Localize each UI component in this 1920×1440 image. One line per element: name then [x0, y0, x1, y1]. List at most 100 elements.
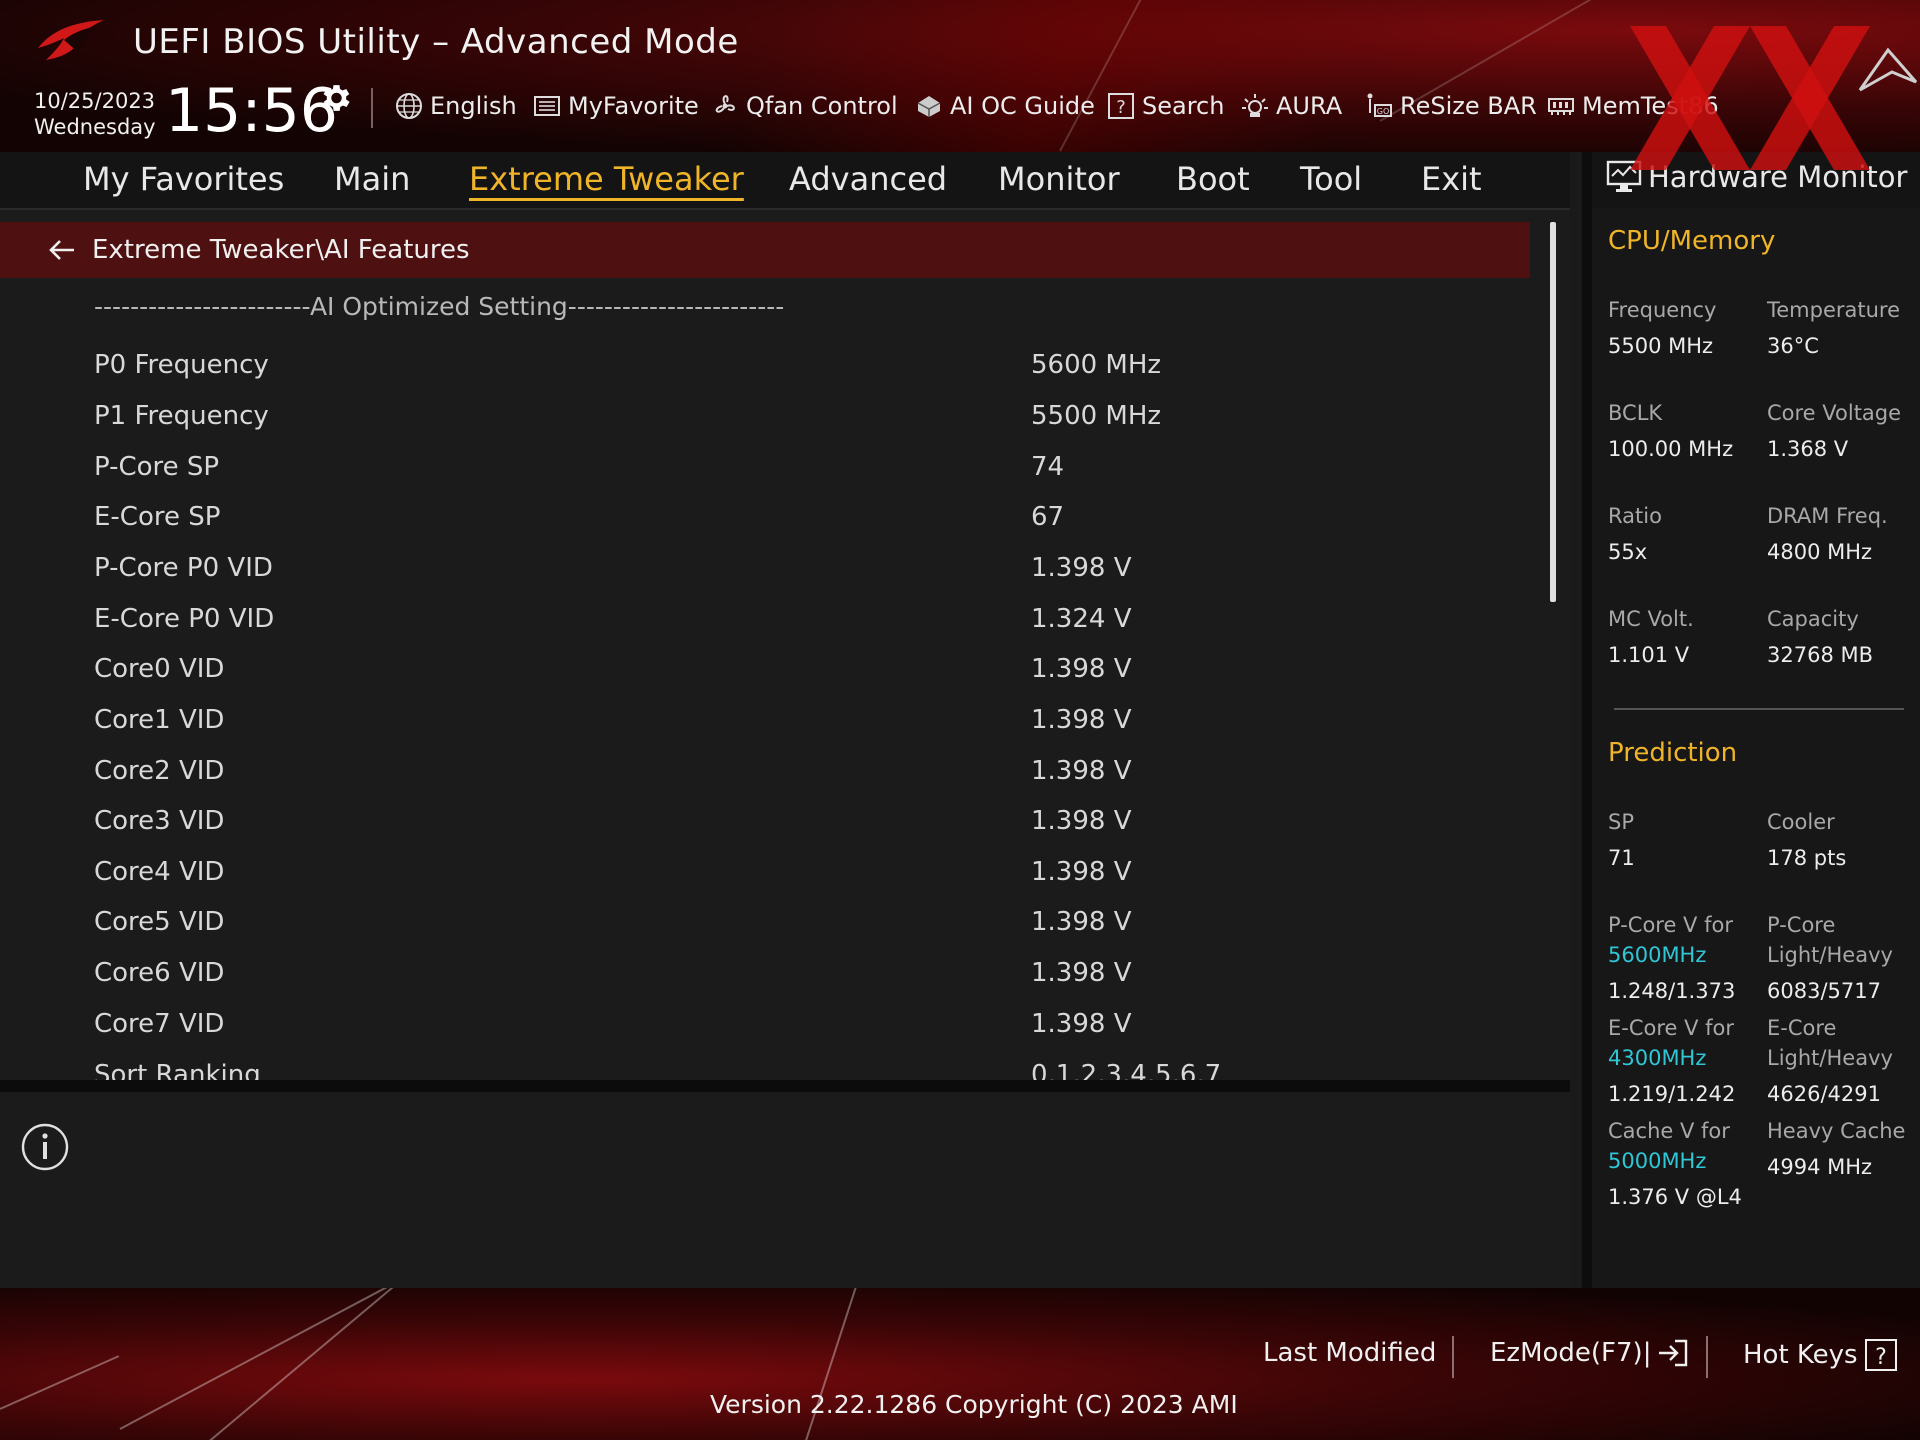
hw-value-pcore-light-heavy: 6083/5717	[1767, 979, 1881, 1003]
hw-cache-v-frequency: 5000MHz	[1608, 1149, 1707, 1173]
hw-label-core-voltage: Core Voltage	[1767, 401, 1902, 425]
toolbar-resize-bar-button[interactable]: GO ReSize BAR	[1364, 90, 1537, 122]
header-separator	[371, 88, 373, 128]
hw-label-pcore-v-text: P-Core V for	[1608, 913, 1733, 937]
ezmode-label: EzMode(F7)|	[1490, 1338, 1652, 1368]
tab-my-favorites[interactable]: My Favorites	[83, 160, 284, 198]
hw-label-dram-freq: DRAM Freq.	[1767, 504, 1888, 528]
hw-value-core-voltage: 1.368 V	[1767, 437, 1849, 461]
setting-row-p1-frequency[interactable]: P1 Frequency 5500 MHz	[0, 391, 1530, 441]
ai-chip-icon	[917, 96, 941, 117]
aura-light-icon	[1242, 94, 1268, 117]
toolbar-aura-button[interactable]: AURA	[1240, 90, 1342, 122]
setting-value: 0,1,2,3,4,5,6,7	[1031, 1060, 1222, 1080]
hw-value-ecore-v: 1.219/1.242	[1608, 1082, 1736, 1106]
setting-label: P1 Frequency	[94, 401, 269, 431]
setting-row-p-core-sp[interactable]: P-Core SP 74	[0, 442, 1530, 492]
setting-value: 67	[1031, 502, 1065, 532]
toolbar-memtest-button[interactable]: MemTest86	[1546, 90, 1719, 122]
tab-boot[interactable]: Boot	[1176, 160, 1250, 198]
hw-label-ecore-v-text: E-Core V for	[1608, 1016, 1735, 1040]
setting-value: 1.398 V	[1031, 705, 1132, 735]
exit-to-ezmode-icon	[1659, 1339, 1688, 1367]
footer-separator	[1706, 1336, 1708, 1378]
setting-row-core0-vid[interactable]: Core0 VID 1.398 V	[0, 644, 1530, 694]
hw-value-capacity: 32768 MB	[1767, 643, 1874, 667]
setting-row-p-core-p0-vid[interactable]: P-Core P0 VID 1.398 V	[0, 543, 1530, 593]
tab-monitor[interactable]: Monitor	[998, 160, 1120, 198]
tab-advanced[interactable]: Advanced	[789, 160, 947, 198]
tab-tool[interactable]: Tool	[1300, 160, 1362, 198]
monitor-screen-icon	[1606, 160, 1642, 192]
hw-label-pcore-line2: Light/Heavy	[1767, 943, 1893, 967]
setting-value: 1.398 V	[1031, 958, 1132, 988]
setting-row-core7-vid[interactable]: Core7 VID 1.398 V	[0, 999, 1530, 1049]
toolbar-qfan-button[interactable]: Qfan Control	[710, 90, 898, 122]
setting-row-sort-ranking[interactable]: Sort Ranking 0,1,2,3,4,5,6,7	[0, 1050, 1530, 1080]
footer-separator	[1452, 1336, 1454, 1378]
setting-label: Core0 VID	[94, 654, 225, 684]
setting-value: 1.398 V	[1031, 553, 1132, 583]
prediction-section-title: Prediction	[1608, 738, 1738, 768]
date-text: 10/25/2023	[34, 89, 156, 113]
setting-row-core5-vid[interactable]: Core5 VID 1.398 V	[0, 897, 1530, 947]
last-modified-button[interactable]: Last Modified	[1263, 1338, 1436, 1368]
hot-keys-button[interactable]: Hot Keys ?	[1743, 1338, 1898, 1372]
toolbar-label: English	[430, 92, 517, 120]
hardware-monitor-header: Hardware Monitor	[1592, 152, 1920, 208]
setting-value: 1.398 V	[1031, 654, 1132, 684]
toolbar-ai-oc-guide-button[interactable]: AI OC Guide	[914, 90, 1095, 122]
toolbar-search-button[interactable]: ? Search	[1106, 90, 1224, 122]
setting-row-core2-vid[interactable]: Core2 VID 1.398 V	[0, 746, 1530, 796]
tab-exit[interactable]: Exit	[1421, 160, 1482, 198]
setting-label: Core7 VID	[94, 1009, 225, 1039]
setting-row-core1-vid[interactable]: Core1 VID 1.398 V	[0, 695, 1530, 745]
last-modified-label: Last Modified	[1263, 1338, 1437, 1368]
breadcrumb[interactable]: Extreme Tweaker\AI Features	[0, 222, 1530, 278]
toolbar-language-button[interactable]: English	[394, 90, 517, 122]
setting-label: E-Core P0 VID	[94, 604, 275, 634]
hw-value-ratio: 55x	[1608, 540, 1648, 564]
rog-arrow-logo-icon	[1858, 47, 1918, 92]
hw-label-capacity: Capacity	[1767, 607, 1859, 631]
setting-value: 1.398 V	[1031, 756, 1132, 786]
tab-main[interactable]: Main	[334, 160, 410, 198]
fan-icon	[715, 95, 735, 113]
setting-label: Sort Ranking	[94, 1060, 261, 1080]
setting-row-core3-vid[interactable]: Core3 VID 1.398 V	[0, 796, 1530, 846]
background-streak	[1059, 0, 1160, 152]
hw-label-pcore-line1: P-Core	[1767, 913, 1836, 937]
scrollbar-thumb[interactable]	[1550, 222, 1556, 602]
setting-value: 1.398 V	[1031, 907, 1132, 937]
hw-label-bclk: BCLK	[1608, 401, 1663, 425]
setting-row-core6-vid[interactable]: Core6 VID 1.398 V	[0, 948, 1530, 998]
hw-label-temperature: Temperature	[1767, 298, 1901, 322]
header-bar: UEFI BIOS Utility – Advanced Mode 10/25/…	[0, 0, 1920, 152]
setting-row-p0-frequency[interactable]: P0 Frequency 5600 MHz	[0, 340, 1530, 390]
toolbar-label: Qfan Control	[746, 92, 898, 120]
toolbar-myfavorite-button[interactable]: MyFavorite	[532, 90, 699, 122]
hw-value-sp: 71	[1608, 846, 1635, 870]
setting-row-e-core-sp[interactable]: E-Core SP 67	[0, 492, 1530, 542]
hw-value-cache-v: 1.376 V @L4	[1608, 1185, 1742, 1209]
setting-row-core4-vid[interactable]: Core4 VID 1.398 V	[0, 847, 1530, 897]
hw-label-pcore-v: P-Core V for 5600MHz	[1608, 910, 1733, 970]
version-text: Version 2.22.1286 Copyright (C) 2023 AMI	[710, 1390, 1238, 1419]
settings-panel: Extreme Tweaker\AI Features ------------…	[0, 210, 1570, 1080]
setting-label: Core2 VID	[94, 756, 225, 786]
help-search-icon: ?	[1108, 93, 1134, 119]
hw-label-pcore-light-heavy: P-Core Light/Heavy	[1767, 910, 1893, 970]
back-arrow-icon[interactable]	[46, 234, 78, 266]
setting-label: Core1 VID	[94, 705, 225, 735]
settings-gear-icon[interactable]	[317, 80, 353, 116]
setting-label: P-Core SP	[94, 452, 220, 482]
setting-value: 74	[1031, 452, 1065, 482]
hw-label-ecore-v: E-Core V for 4300MHz	[1608, 1013, 1734, 1073]
hw-value-frequency: 5500 MHz	[1608, 334, 1714, 358]
setting-row-e-core-p0-vid[interactable]: E-Core P0 VID 1.324 V	[0, 594, 1530, 644]
app-title: UEFI BIOS Utility – Advanced Mode	[133, 22, 739, 62]
toolbar-label: AURA	[1276, 92, 1343, 120]
svg-text:GO: GO	[1377, 107, 1390, 116]
tab-extreme-tweaker[interactable]: Extreme Tweaker	[469, 160, 744, 198]
ezmode-button[interactable]: EzMode(F7)|	[1490, 1338, 1689, 1368]
